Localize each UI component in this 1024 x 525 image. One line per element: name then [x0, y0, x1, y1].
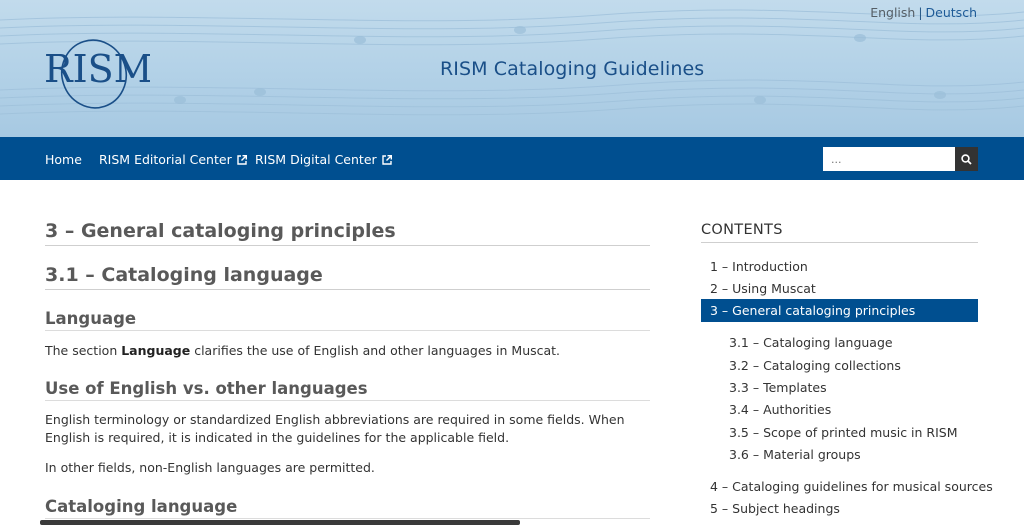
lang-separator: | [918, 5, 923, 20]
toc-item-cataloging-guidelines[interactable]: 4 – Cataloging guidelines for musical so… [710, 479, 993, 494]
toc-subitem-material-groups[interactable]: 3.6 – Material groups [729, 447, 861, 462]
section-title: 3.1 – Cataloging language [45, 264, 650, 290]
logo-text: RISM [44, 47, 150, 91]
toc-item-general-principles-active[interactable]: 3 – General cataloging principles [701, 299, 978, 322]
horizontal-scrollbar[interactable] [40, 520, 520, 525]
toc-subitem-cataloging-language[interactable]: 3.1 – Cataloging language [729, 335, 893, 350]
page-title: 3 – General cataloging principles [45, 220, 650, 246]
toc-subitem-cataloging-collections[interactable]: 3.2 – Cataloging collections [729, 358, 901, 373]
rism-logo[interactable]: RISM [42, 30, 150, 110]
paragraph-language-bold: Language [121, 343, 191, 358]
heading-cataloging-language: Cataloging language [45, 497, 650, 519]
nav-editorial-center[interactable]: RISM Editorial Center [99, 152, 247, 167]
lang-english[interactable]: English [870, 5, 915, 20]
paragraph-language: The section Language clarifies the use o… [45, 342, 645, 360]
site-title[interactable]: RISM Cataloging Guidelines [440, 58, 704, 80]
lang-deutsch-link[interactable]: Deutsch [926, 5, 977, 20]
heading-use-of-english: Use of English vs. other languages [45, 379, 650, 401]
nav-digital-center-label: RISM Digital Center [255, 152, 377, 167]
search-icon [961, 153, 972, 165]
toc-item-introduction[interactable]: 1 – Introduction [710, 259, 808, 274]
paragraph-use-2: In other fields, non-English languages a… [45, 460, 375, 475]
heading-language: Language [45, 309, 650, 331]
external-link-icon [381, 154, 392, 165]
paragraph-language-pre: The section [45, 343, 122, 358]
search-button[interactable] [955, 147, 978, 171]
nav-digital-center[interactable]: RISM Digital Center [255, 152, 392, 167]
paragraph-use-1: English terminology or standardized Engl… [45, 412, 625, 445]
paragraph-language-post: clarifies the use of English and other l… [190, 343, 561, 358]
nav-editorial-center-label: RISM Editorial Center [99, 152, 232, 167]
header-banner: English | Deutsch RISM RISM Cataloging Gui… [0, 0, 1024, 137]
search-input[interactable] [823, 147, 955, 171]
toc-subitem-authorities[interactable]: 3.4 – Authorities [729, 402, 831, 417]
nav-home[interactable]: Home [45, 152, 82, 167]
toc-title: CONTENTS [701, 222, 978, 243]
language-switcher: English | Deutsch [870, 5, 977, 20]
toc-subitem-templates[interactable]: 3.3 – Templates [729, 380, 827, 395]
main-navbar: Home RISM Editorial Center RISM Digital … [0, 137, 1024, 180]
toc-subitem-scope-printed-music[interactable]: 3.5 – Scope of printed music in RISM [729, 425, 958, 440]
toc-item-using-muscat[interactable]: 2 – Using Muscat [710, 281, 816, 296]
toc-item-subject-headings[interactable]: 5 – Subject headings [710, 501, 840, 516]
external-link-icon [237, 154, 247, 165]
nav-home-label: Home [45, 152, 82, 167]
